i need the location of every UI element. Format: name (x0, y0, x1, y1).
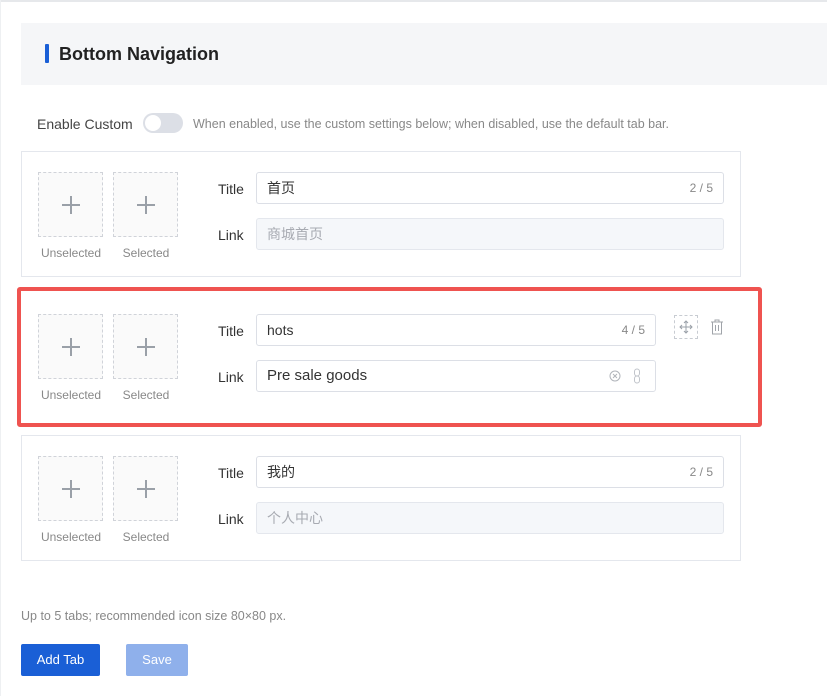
link-placeholder: 商城首页 (267, 226, 323, 242)
drag-handle-icon[interactable] (674, 315, 698, 339)
plus-icon (61, 479, 80, 498)
enable-custom-hint: When enabled, use the custom settings be… (193, 117, 670, 131)
title-value: hots (267, 322, 294, 338)
delete-icon[interactable] (710, 319, 724, 335)
link-icon[interactable] (633, 368, 641, 384)
section-header: Bottom Navigation (21, 23, 827, 85)
char-count: 4 / 5 (621, 323, 645, 337)
clear-icon[interactable] (609, 370, 621, 382)
selected-label: Selected (122, 388, 170, 402)
title-label: Title (218, 465, 244, 481)
plus-icon (61, 195, 80, 214)
title-input[interactable]: 首页 2 / 5 (256, 172, 724, 204)
plus-icon (136, 479, 155, 498)
title-input[interactable]: hots 4 / 5 (256, 314, 656, 346)
link-label: Link (218, 511, 244, 527)
enable-custom-label: Enable Custom (37, 116, 133, 132)
enable-custom-switch[interactable] (143, 113, 183, 133)
plus-icon (136, 337, 155, 356)
add-tab-button[interactable]: Add Tab (21, 644, 100, 676)
unselected-label: Unselected (40, 388, 102, 402)
title-label: Title (218, 181, 244, 197)
title-value: 首页 (267, 180, 295, 196)
unselected-icon-uploader[interactable] (38, 314, 103, 379)
selected-label: Selected (122, 246, 170, 260)
char-count: 2 / 5 (689, 465, 713, 479)
link-input[interactable]: 个人中心 (256, 502, 724, 534)
link-input[interactable]: Pre sale goods (256, 360, 656, 392)
link-label: Link (218, 369, 244, 385)
selected-icon-uploader[interactable] (113, 456, 178, 521)
unselected-label: Unselected (40, 530, 102, 544)
selected-icon-uploader[interactable] (113, 314, 178, 379)
page-title: Bottom Navigation (59, 44, 219, 64)
left-divider (0, 0, 1, 696)
title-value: 我的 (267, 464, 295, 480)
tab-card-1: Unselected Selected Title 首页 2 / 5 Link … (21, 151, 741, 277)
unselected-label: Unselected (40, 246, 102, 260)
tab-card-3: Unselected Selected Title 我的 2 / 5 Link … (21, 435, 741, 561)
selected-label: Selected (122, 530, 170, 544)
top-divider (0, 0, 827, 2)
selected-icon-uploader[interactable] (113, 172, 178, 237)
unselected-icon-uploader[interactable] (38, 456, 103, 521)
tab-card-2: Unselected Selected Title hots 4 / 5 Lin… (17, 287, 762, 427)
link-placeholder: 个人中心 (267, 510, 323, 526)
footer-hint: Up to 5 tabs; recommended icon size 80×8… (21, 609, 287, 623)
accent-bar (45, 44, 49, 63)
link-value: Pre sale goods (267, 367, 368, 384)
plus-icon (61, 337, 80, 356)
unselected-icon-uploader[interactable] (38, 172, 103, 237)
char-count: 2 / 5 (689, 181, 713, 195)
plus-icon (136, 195, 155, 214)
title-label: Title (218, 323, 244, 339)
save-button[interactable]: Save (126, 644, 188, 676)
switch-knob (145, 115, 161, 131)
title-input[interactable]: 我的 2 / 5 (256, 456, 724, 488)
link-input[interactable]: 商城首页 (256, 218, 724, 250)
link-label: Link (218, 227, 244, 243)
